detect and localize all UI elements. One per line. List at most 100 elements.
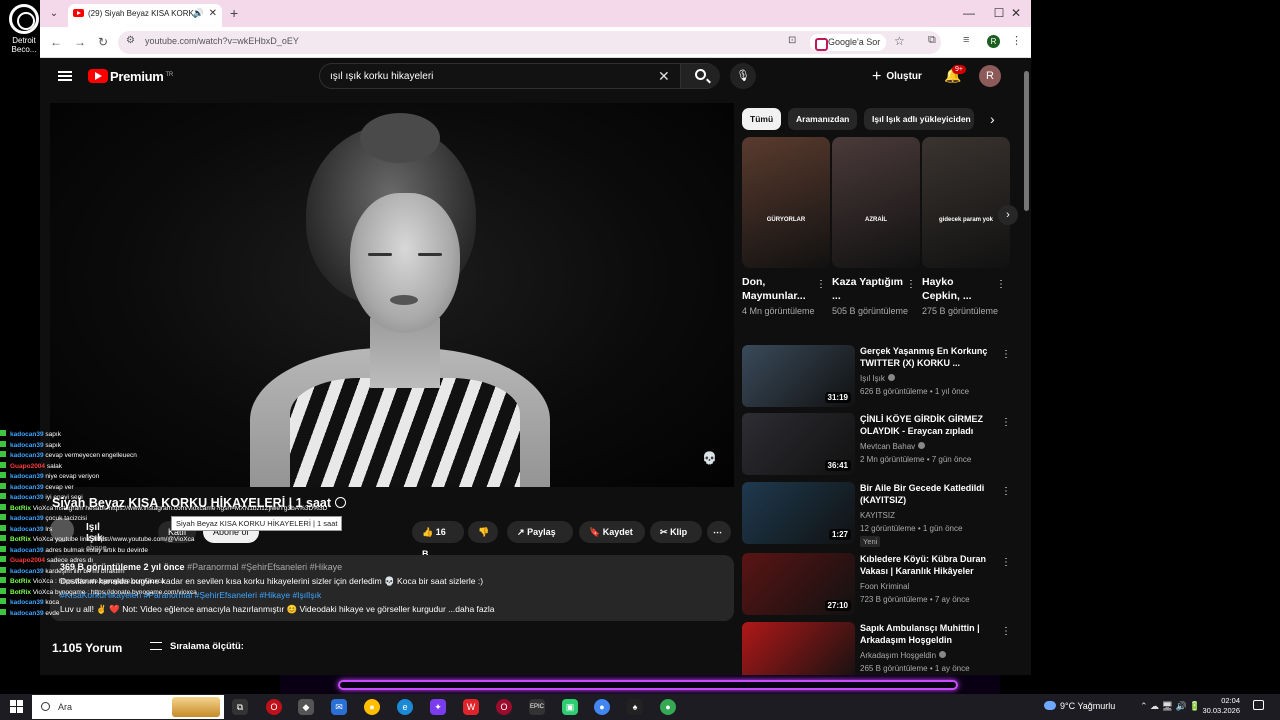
video-title[interactable]: Kıbledere Köyü: Kübra Duran Vakası | Kar… xyxy=(860,553,990,577)
video-channel[interactable]: KAYITSIZ xyxy=(860,511,895,520)
chrome-icon[interactable]: ● xyxy=(364,699,380,715)
video-menu-icon[interactable]: ⋮ xyxy=(1001,557,1011,568)
short-title[interactable]: Hayko Cepkin, ... xyxy=(922,275,994,303)
task-view-icon[interactable]: ⧉ xyxy=(232,699,248,715)
google-sor-button[interactable]: Google'a Sor xyxy=(810,34,887,51)
scrollbar[interactable] xyxy=(1022,59,1031,675)
clear-search-icon[interactable]: ✕ xyxy=(658,68,670,85)
clip-button[interactable]: ✂ Klip xyxy=(650,521,702,543)
game-app-icon[interactable]: ▣ xyxy=(562,699,578,715)
minimize-icon[interactable]: — xyxy=(954,4,984,22)
extensions-icon[interactable]: ⧉ xyxy=(928,34,936,47)
video-channel[interactable]: Arkadaşım Hoşgeldin xyxy=(860,651,947,660)
close-tab-icon[interactable]: ✕ xyxy=(209,4,217,23)
forward-icon[interactable]: → xyxy=(72,34,88,50)
video-title[interactable]: ÇİNLİ KÖYE GİRDİK GİRMEZ OLAYDIK - Erayc… xyxy=(860,413,990,437)
video-thumbnail[interactable]: 31:19 xyxy=(742,345,855,407)
create-button[interactable]: + Oluştur xyxy=(872,68,922,86)
video-channel[interactable]: Işıl Işık xyxy=(860,374,895,383)
media-controls-icon[interactable]: ≡ xyxy=(963,34,969,46)
video-thumbnail[interactable] xyxy=(742,622,855,675)
video-title[interactable]: Gerçek Yaşanmış En Korkunç TWITTER (X) K… xyxy=(860,345,990,369)
chrome-active-icon[interactable]: ● xyxy=(660,699,676,715)
video-channel[interactable]: Mevtcan Bahav xyxy=(860,442,926,451)
video-title[interactable]: Sapık Ambulansçı Muhittin | Arkadaşım Ho… xyxy=(860,622,990,646)
video-menu-icon[interactable]: ⋮ xyxy=(1001,486,1011,497)
video-menu-icon[interactable]: ⋮ xyxy=(1001,417,1011,428)
short-thumbnail[interactable]: GÜRYORLAR xyxy=(742,137,830,268)
tab-youtube[interactable]: (29) Siyah Beyaz KISA KORK 🔊 ✕ xyxy=(68,4,222,27)
windows-start-icon[interactable] xyxy=(10,700,23,713)
copilot-icon[interactable]: ✦ xyxy=(430,699,446,715)
install-app-icon[interactable]: ⊡ xyxy=(788,35,796,46)
speaker-icon[interactable]: 🔊 xyxy=(193,4,204,23)
chevron-right-icon[interactable]: › xyxy=(990,111,995,127)
system-tray[interactable]: ⌃ ☁ 🖥 🔊 🔋 xyxy=(1140,701,1200,712)
hamburger-menu-icon[interactable] xyxy=(58,71,72,81)
short-menu-icon[interactable]: ⋮ xyxy=(816,279,826,290)
video-menu-icon[interactable]: ⋮ xyxy=(1001,349,1011,360)
recommended-video[interactable]: 27:10 Kıbledere Köyü: Kübra Duran Vakası … xyxy=(742,553,1012,615)
save-button[interactable]: 🔖 Kaydet xyxy=(579,521,645,543)
app-icon[interactable]: ◆ xyxy=(298,699,314,715)
close-window-icon[interactable]: ✕ xyxy=(1001,4,1031,22)
address-bar[interactable]: ⚙ youtube.com/watch?v=wkEHbxD_oEY ⊡ Goog… xyxy=(118,31,941,54)
edge-icon[interactable]: e xyxy=(397,699,413,715)
chip-from-search[interactable]: Aramanızdan xyxy=(788,108,858,130)
video-title[interactable]: Bir Aile Bir Gecede Katledildi (KAYITSIZ… xyxy=(860,482,990,506)
clock[interactable]: 02:04 30.03.2026 xyxy=(1200,696,1240,716)
recommended-video[interactable]: 36:41 ÇİNLİ KÖYE GİRDİK GİRMEZ OLAYDIK - … xyxy=(742,413,1012,475)
short-thumbnail[interactable]: gidecek param yok xyxy=(922,137,1010,268)
opera-gx-icon[interactable]: O xyxy=(496,699,512,715)
video-thumbnail[interactable]: 27:10 xyxy=(742,553,855,615)
new-tab-icon[interactable]: + xyxy=(230,5,238,21)
recommended-video[interactable]: 31:19 Gerçek Yaşanmış En Korkunç TWITTER … xyxy=(742,345,1012,407)
dislike-button[interactable]: 👎 xyxy=(468,521,498,543)
opera-icon[interactable]: O xyxy=(266,699,282,715)
youtube-logo-icon[interactable] xyxy=(88,69,108,83)
video-channel[interactable]: Foon Kriminal xyxy=(860,582,909,591)
notification-center-icon[interactable] xyxy=(1253,700,1264,710)
youtube-brand[interactable]: Premium TR xyxy=(110,69,173,84)
search-button[interactable] xyxy=(680,64,720,88)
short-card[interactable]: AZRAİL Kaza Yaptığım ... 505 B görüntüleme… xyxy=(832,137,920,318)
menu-kebab-icon[interactable]: ⋮ xyxy=(1011,34,1022,47)
short-menu-icon[interactable]: ⋮ xyxy=(996,279,1006,290)
chip-from-uploader[interactable]: Işıl Işık adlı yükleyiciden xyxy=(864,108,974,130)
weather-widget[interactable]: 9°C Yağmurlu xyxy=(1044,701,1115,711)
mail-icon[interactable]: ✉ xyxy=(331,699,347,715)
short-title[interactable]: Kaza Yaptığım ... xyxy=(832,275,904,303)
video-thumbnail[interactable]: 1:27 xyxy=(742,482,855,544)
office-icon[interactable]: W xyxy=(463,699,479,715)
video-menu-icon[interactable]: ⋮ xyxy=(1001,626,1011,637)
reload-icon[interactable]: ↻ xyxy=(95,34,111,50)
short-card[interactable]: GÜRYORLAR Don, Maymunlar... 4 Mn görüntüle… xyxy=(742,137,830,318)
taskbar-search[interactable]: Ara xyxy=(32,695,224,719)
recommended-video[interactable]: Sapık Ambulansçı Muhittin | Arkadaşım Ho… xyxy=(742,622,1012,675)
tab-search-icon[interactable]: ⌄ xyxy=(46,6,62,22)
short-card[interactable]: gidecek param yok Hayko Cepkin, ... 275 B … xyxy=(922,137,1010,318)
url-text[interactable]: youtube.com/watch?v=wkEHbxD_oEY xyxy=(145,36,299,46)
short-thumbnail[interactable]: AZRAİL xyxy=(832,137,920,268)
search-input[interactable]: ışıl ışık korku hikayeleri xyxy=(330,71,433,82)
epic-games-icon[interactable]: EPIC xyxy=(529,699,545,715)
short-title[interactable]: Don, Maymunlar... xyxy=(742,275,814,303)
bookmark-star-icon[interactable]: ☆ xyxy=(894,34,905,48)
user-avatar[interactable]: R xyxy=(979,65,1001,87)
video-thumbnail[interactable]: 36:41 xyxy=(742,413,855,475)
chrome-profile-icon[interactable]: ● xyxy=(594,699,610,715)
like-button[interactable]: 👍 16 B xyxy=(412,521,464,559)
share-button[interactable]: ↗ Paylaş xyxy=(507,521,573,543)
steam-icon[interactable]: ♠ xyxy=(627,699,643,715)
site-info-icon[interactable]: ⚙ xyxy=(126,35,135,46)
desktop-shortcut[interactable]: Detroit Beco... xyxy=(4,4,44,54)
back-icon[interactable]: ← xyxy=(48,34,64,50)
more-actions-icon[interactable]: ⋯ xyxy=(707,521,731,543)
browser-profile-avatar[interactable]: R xyxy=(987,35,1000,48)
voice-search-icon[interactable]: 🎙 xyxy=(730,63,756,89)
shorts-next-icon[interactable]: › xyxy=(998,205,1018,225)
chip-all[interactable]: Tümü xyxy=(742,108,782,130)
short-menu-icon[interactable]: ⋮ xyxy=(906,279,916,290)
search-box[interactable]: ışıl ışık korku hikayeleri ✕ xyxy=(319,63,720,89)
recommended-video[interactable]: 1:27 Bir Aile Bir Gecede Katledildi (KAYI… xyxy=(742,482,1012,547)
